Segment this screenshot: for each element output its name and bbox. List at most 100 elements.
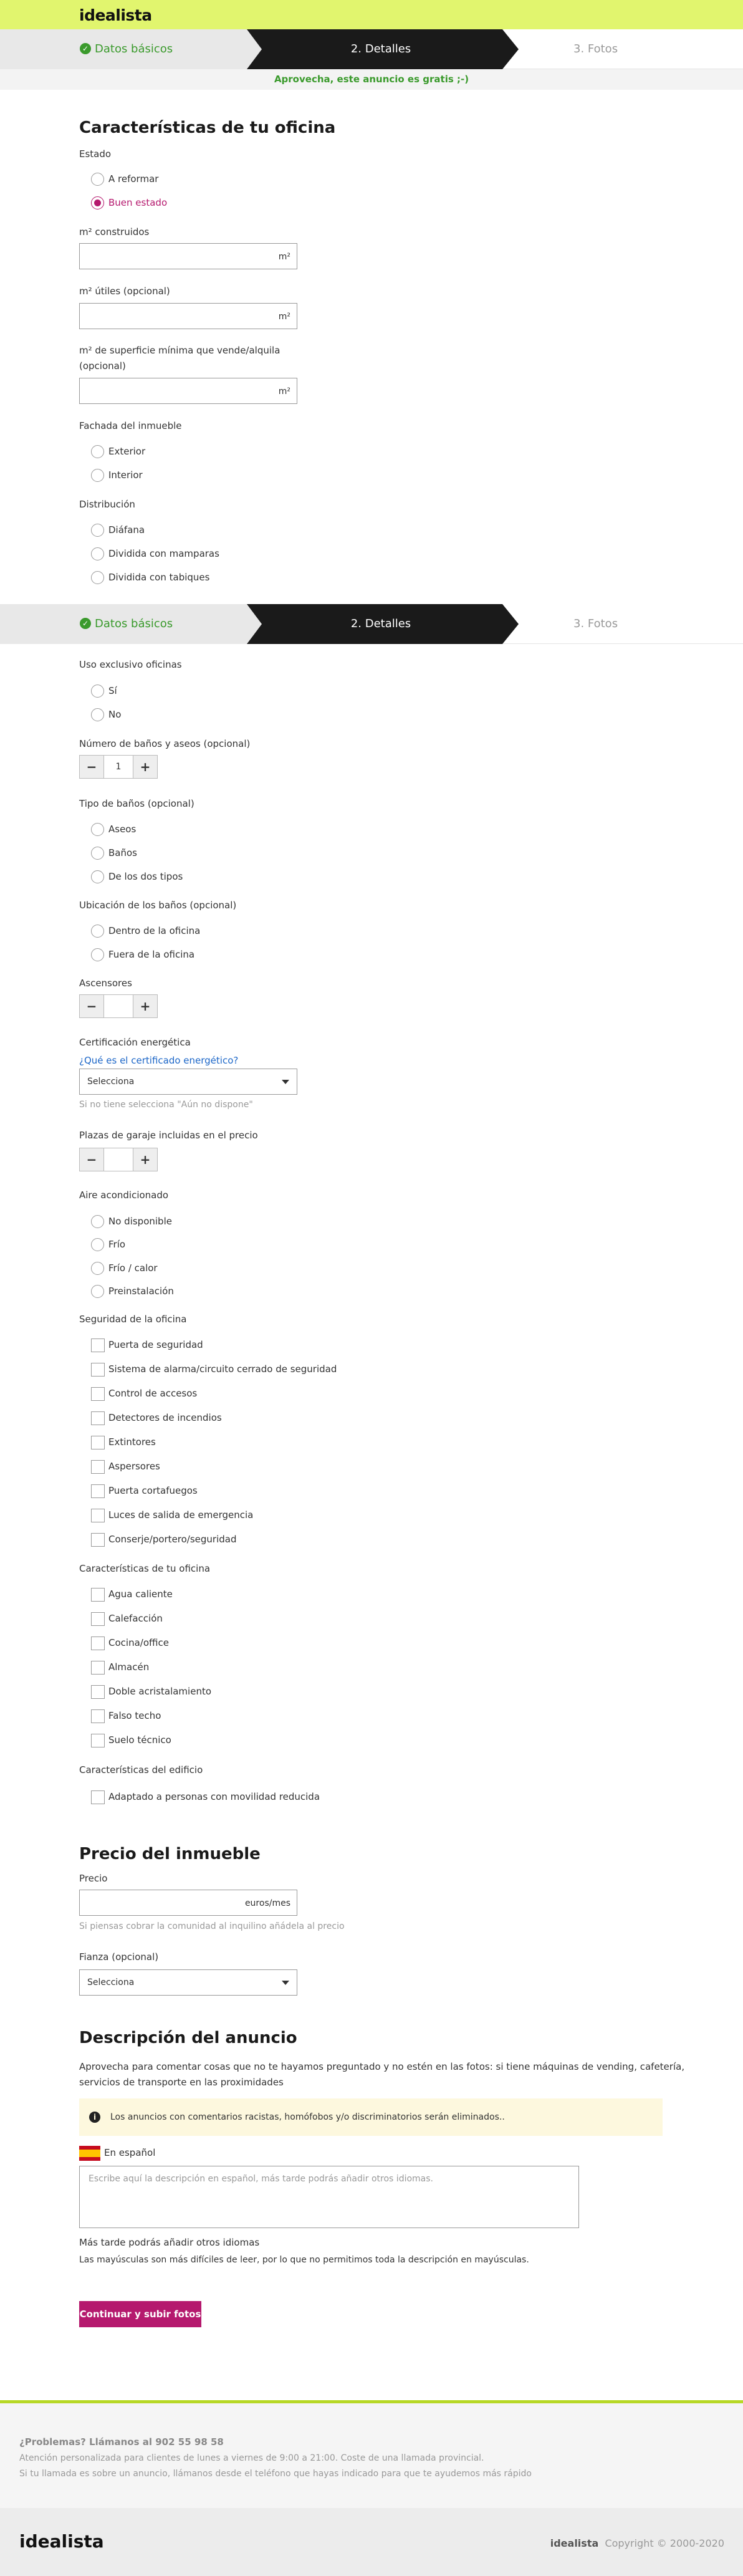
step-datos-basicos-sticky[interactable]: ✓ Datos básicos — [0, 604, 262, 644]
checkbox-luces-emergencia[interactable]: Luces de salida de emergencia — [91, 1508, 253, 1522]
certificacion-hint: Si no tiene selecciona "Aún no dispone" — [79, 1100, 253, 1110]
checkbox-cocina[interactable]: Cocina/office — [91, 1636, 169, 1650]
radio-fuera[interactable]: Fuera de la oficina — [91, 948, 194, 961]
footer-line1: Atención personalizada para clientes de … — [19, 2453, 484, 2463]
radio-aseos[interactable]: Aseos — [91, 822, 136, 836]
banos-value[interactable]: 1 — [103, 756, 133, 778]
radio-preinstalacion[interactable]: Preinstalación — [91, 1284, 174, 1298]
edificio-label: Características del edificio — [79, 1764, 203, 1776]
info-icon: i — [89, 2112, 100, 2123]
checkbox-almacen[interactable]: Almacén — [91, 1660, 149, 1675]
radio-diafana[interactable]: Diáfana — [91, 523, 145, 537]
steps-bar: ✓ Datos básicos 2. Detalles 3. Fotos — [0, 29, 743, 69]
ascensores-stepper: − + — [79, 994, 158, 1018]
radio-a-reformar[interactable]: A reformar — [91, 172, 158, 186]
aire-label: Aire acondicionado — [79, 1189, 169, 1201]
plus-button[interactable]: + — [133, 995, 157, 1017]
radio-dos-tipos[interactable]: De los dos tipos — [91, 870, 183, 883]
checkbox-extintores[interactable]: Extintores — [91, 1435, 156, 1449]
tipo-banos-label: Tipo de baños (opcional) — [79, 798, 194, 809]
m2-utiles-label: m² útiles (opcional) — [79, 286, 170, 297]
certificacion-label: Certificación energética — [79, 1037, 191, 1048]
checkbox-aspersores[interactable]: Aspersores — [91, 1459, 160, 1474]
radio-banos[interactable]: Baños — [91, 846, 137, 860]
m2-minima-input[interactable]: m² — [79, 378, 297, 404]
m2-construidos-label: m² construidos — [79, 226, 150, 238]
checkbox-movilidad-reducida[interactable]: Adaptado a personas con movilidad reduci… — [91, 1790, 320, 1804]
checkbox-falso-techo[interactable]: Falso techo — [91, 1709, 161, 1723]
plus-button[interactable]: + — [133, 1148, 157, 1171]
continue-button[interactable]: Continuar y subir fotos — [79, 2301, 201, 2327]
desc-intro-2: servicios de transporte en las proximida… — [79, 2077, 284, 2088]
checkbox-detectores[interactable]: Detectores de incendios — [91, 1411, 222, 1425]
banos-stepper: − 1 + — [79, 755, 158, 779]
plazas-label: Plazas de garaje incluidas en el precio — [79, 1130, 258, 1141]
certificacion-select[interactable]: Selecciona — [79, 1069, 297, 1095]
price-title: Precio del inmueble — [79, 1845, 261, 1863]
certificado-link[interactable]: ¿Qué es el certificado energético? — [79, 1055, 238, 1066]
minus-button[interactable]: − — [80, 1148, 103, 1171]
minus-button[interactable]: − — [80, 756, 103, 778]
step-datos-basicos[interactable]: ✓ Datos básicos — [0, 29, 262, 69]
checkbox-puerta-seguridad[interactable]: Puerta de seguridad — [91, 1338, 203, 1352]
radio-dentro[interactable]: Dentro de la oficina — [91, 924, 200, 938]
check-icon: ✓ — [80, 43, 91, 54]
idealista-logo[interactable]: idealista — [79, 6, 152, 24]
footer-line2: Si tu llamada es sobre un anuncio, lláma… — [19, 2469, 532, 2479]
radio-frio[interactable]: Frío — [91, 1238, 125, 1251]
desc-title: Descripción del anuncio — [79, 2029, 297, 2047]
precio-label: Precio — [79, 1873, 108, 1884]
caps-warning-text: Las mayúsculas son más difíciles de leer… — [79, 2255, 529, 2265]
fianza-label: Fianza (opcional) — [79, 1951, 159, 1963]
features-title: Características de tu oficina — [79, 118, 336, 137]
description-textarea[interactable]: Escribe aquí la descripción en español, … — [79, 2166, 579, 2228]
checkbox-cortafuegos[interactable]: Puerta cortafuegos — [91, 1484, 198, 1498]
ascensores-value[interactable] — [103, 995, 133, 1017]
plazas-value[interactable] — [103, 1148, 133, 1171]
m2-construidos-input[interactable]: m² — [79, 243, 297, 269]
checkbox-alarma[interactable]: Sistema de alarma/circuito cerrado de se… — [91, 1362, 337, 1377]
step-detalles-sticky: 2. Detalles — [247, 604, 519, 644]
radio-buen-estado[interactable]: Buen estado — [91, 196, 167, 209]
precio-hint: Si piensas cobrar la comunidad al inquil… — [79, 1921, 345, 1931]
estado-label: Estado — [79, 148, 112, 160]
step-detalles: 2. Detalles — [247, 29, 519, 69]
plazas-stepper: − + — [79, 1148, 158, 1171]
radio-mamparas[interactable]: Dividida con mamparas — [91, 547, 219, 560]
page: idealista ✓ Datos básicos 2. Detalles 3. … — [0, 0, 743, 2576]
step-fotos: 3. Fotos — [573, 42, 618, 55]
checkbox-doble-acristalamiento[interactable]: Doble acristalamiento — [91, 1684, 211, 1699]
fianza-select[interactable]: Selecciona — [79, 1969, 297, 1996]
radio-frio-calor[interactable]: Frío / calor — [91, 1261, 158, 1275]
chevron-down-icon — [282, 1080, 289, 1084]
m2-minima-label-2: (opcional) — [79, 360, 126, 372]
top-bar: idealista — [0, 0, 743, 29]
steps-bar-sticky: ✓ Datos básicos 2. Detalles 3. Fotos — [0, 604, 743, 644]
footer-help: ¿Problemas? Llámanos al 902 55 98 58 Ate… — [0, 2403, 743, 2508]
footer-logo[interactable]: idealista — [19, 2531, 104, 2552]
radio-no[interactable]: No — [91, 708, 121, 721]
footer-copyright: idealista Copyright © 2000-2020 — [550, 2537, 724, 2549]
minus-button[interactable]: − — [80, 995, 103, 1017]
warning-notice: i Los anuncios con comentarios racistas, … — [79, 2098, 663, 2136]
checkbox-control-accesos[interactable]: Control de accesos — [91, 1387, 197, 1401]
radio-si[interactable]: Sí — [91, 684, 117, 698]
radio-interior[interactable]: Interior — [91, 468, 143, 482]
desc-intro: Aprovecha para comentar cosas que no te … — [79, 2061, 685, 2072]
radio-no-disponible[interactable]: No disponible — [91, 1214, 172, 1228]
checkbox-calefaccion[interactable]: Calefacción — [91, 1612, 163, 1626]
plus-button[interactable]: + — [133, 756, 157, 778]
ubicacion-banos-label: Ubicación de los baños (opcional) — [79, 900, 237, 911]
banos-label: Número de baños y aseos (opcional) — [79, 738, 251, 749]
ascensores-label: Ascensores — [79, 978, 132, 989]
precio-input[interactable]: euros/mes — [79, 1890, 297, 1916]
fachada-label: Fachada del inmueble — [79, 420, 182, 431]
radio-tabiques[interactable]: Dividida con tabiques — [91, 570, 209, 584]
radio-exterior[interactable]: Exterior — [91, 445, 145, 458]
checkbox-conserje[interactable]: Conserje/portero/seguridad — [91, 1532, 237, 1547]
step-fotos-sticky: 3. Fotos — [573, 617, 618, 630]
checkbox-agua-caliente[interactable]: Agua caliente — [91, 1587, 173, 1602]
checkbox-suelo-tecnico[interactable]: Suelo técnico — [91, 1733, 171, 1747]
m2-utiles-input[interactable]: m² — [79, 303, 297, 329]
uso-exclusivo-label: Uso exclusivo oficinas — [79, 659, 182, 670]
